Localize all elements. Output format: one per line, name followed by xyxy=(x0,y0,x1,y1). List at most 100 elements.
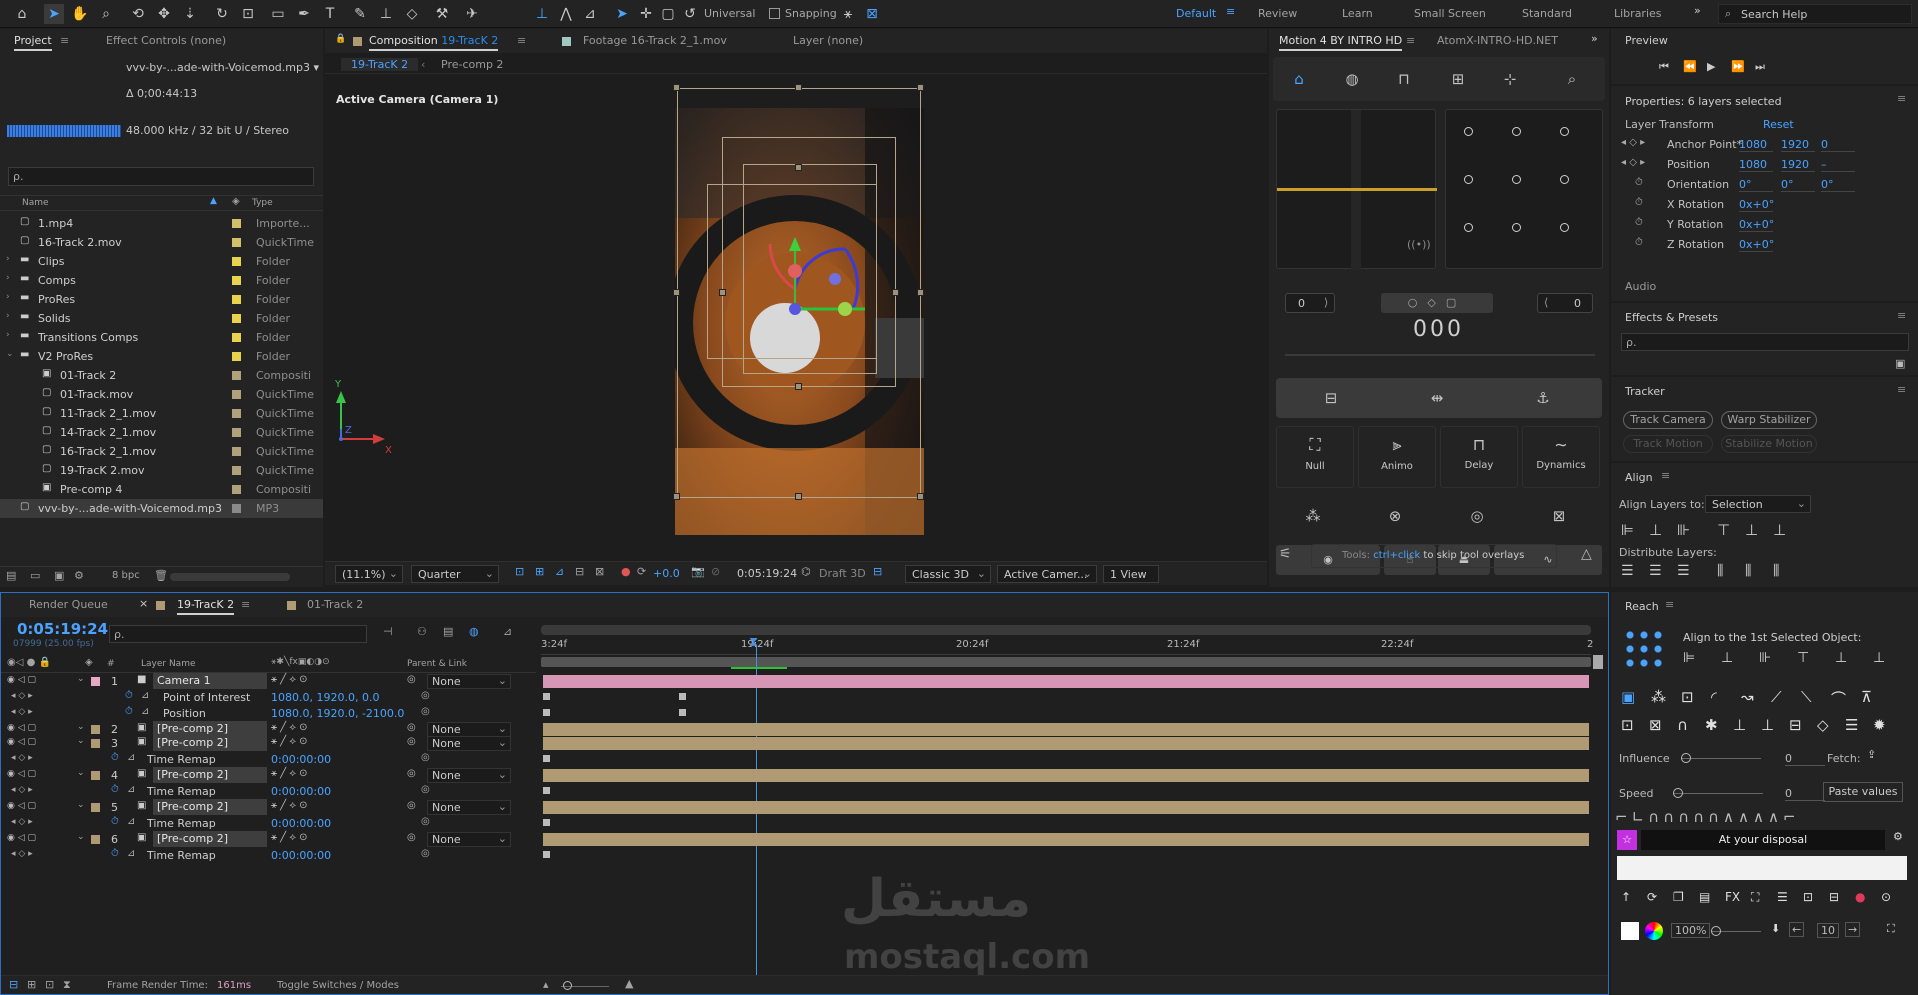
anchor-point-dot[interactable] xyxy=(1560,127,1569,136)
layer-switch-icons[interactable]: ◉ ◁ ▢ xyxy=(7,675,36,685)
align-hcenter-icon[interactable]: ⊥ xyxy=(1649,521,1662,539)
keyframe-marker[interactable] xyxy=(543,693,550,700)
timeline-timecode[interactable]: 0:05:19:24 xyxy=(17,620,108,638)
pickwhip-icon[interactable]: ◎ xyxy=(407,736,416,747)
parent-dropdown[interactable]: None ⌄ xyxy=(427,768,511,783)
project-item[interactable]: ▢ 16-Track 2.mov QuickTime xyxy=(0,233,323,252)
tab-effect-controls[interactable]: Effect Controls (none) xyxy=(106,29,226,53)
chevron-right-icon[interactable]: › xyxy=(6,292,10,302)
layer-duration-bar[interactable] xyxy=(543,769,1589,782)
shy-icon[interactable]: ⚇ xyxy=(417,625,427,638)
reach-tool-icon[interactable]: ⁂ xyxy=(1651,688,1666,706)
timeline-property-row[interactable]: ◂ ◇ ▸ ⏱ ⊿ Point of Interest 1080.0, 1920… xyxy=(1,689,536,706)
track-motion-button[interactable]: Track Motion xyxy=(1623,435,1713,453)
property-keyframe-track[interactable] xyxy=(543,707,1589,720)
eraser-tool-icon[interactable]: ◇ xyxy=(402,4,422,24)
project-item[interactable]: › ▬ Clips Folder xyxy=(0,252,323,271)
first-frame-icon[interactable]: ⏮ xyxy=(1659,60,1669,74)
reach-tool-icon[interactable]: ⌒ xyxy=(1831,688,1846,709)
zoom-in-icon[interactable]: ▲ xyxy=(625,977,633,990)
reach-zoom-knob[interactable] xyxy=(1711,926,1721,936)
universal-select-icon[interactable]: ➤ xyxy=(612,4,632,24)
property-value[interactable]: 1080.0, 1920.0, -2100.0 xyxy=(271,707,404,720)
disposal-bar[interactable]: At your disposal xyxy=(1641,830,1885,850)
timeline-layer-row[interactable]: ◉ ◁ ▢ ⌄ 3 ▣ [Pre-comp 2] ⚹ ╱ ⟡ ⊙ ◎ None ⌄ xyxy=(1,735,536,752)
chevron-right-icon[interactable]: › xyxy=(6,273,10,283)
reach-tool-icon[interactable]: ⟍ xyxy=(1801,688,1812,706)
workspace-small-screen[interactable]: Small Screen xyxy=(1414,7,1486,20)
stopwatch-icon[interactable]: ⏱ xyxy=(125,706,133,717)
expand-collapse-icon[interactable]: ⊟ xyxy=(9,978,18,991)
property-value-2[interactable]: 1920 xyxy=(1781,158,1815,172)
distribute-icon[interactable]: ⫼ xyxy=(1773,563,1779,579)
motion-tool-button[interactable]: ⫸ Animo xyxy=(1358,426,1436,488)
tab-footage[interactable]: Footage 16-Track 2_1.mov xyxy=(583,29,727,53)
reach-tool-icon[interactable]: ◜ xyxy=(1711,688,1717,706)
roto-brush-icon[interactable]: ⚒ xyxy=(432,4,452,24)
project-item[interactable]: › ▬ Transitions Comps Folder xyxy=(0,328,323,347)
project-item[interactable]: › ▬ Comps Folder xyxy=(0,271,323,290)
zoom-slider-knob[interactable] xyxy=(563,981,572,990)
chevron-down-icon[interactable]: ⌄ xyxy=(77,800,85,810)
search-help-box[interactable]: ⌕ Search Help xyxy=(1718,4,1912,24)
decrement-icon[interactable]: ← xyxy=(1789,922,1805,937)
distribute-icon[interactable]: ⫼ xyxy=(1745,563,1751,579)
expression-icon[interactable]: ◎ xyxy=(421,690,430,701)
speed-value[interactable]: 0 xyxy=(1785,787,1825,801)
project-settings-icon[interactable]: ⚙ xyxy=(74,569,84,582)
last-frame-icon[interactable]: ⏭ xyxy=(1755,60,1765,74)
project-menu-icon[interactable]: ≡ xyxy=(60,34,69,47)
triangle-icon[interactable]: △ xyxy=(1581,546,1592,562)
chevron-right-icon[interactable]: › xyxy=(6,311,10,321)
zoom-out-icon[interactable]: ▴ xyxy=(543,978,549,991)
reach-tool-icon[interactable]: ⊡ xyxy=(1621,716,1634,734)
show-snapshot-icon[interactable]: ⊘ xyxy=(711,565,720,578)
property-value[interactable]: 0:00:00:00 xyxy=(271,849,331,862)
new-folder-icon[interactable]: ▭ xyxy=(30,569,40,582)
current-time-readout[interactable]: 0:05:19:24 xyxy=(737,567,797,580)
parent-dropdown[interactable]: None ⌄ xyxy=(427,736,511,751)
fullscreen-icon[interactable]: ⛶ xyxy=(1887,922,1895,936)
zoom-dropdown[interactable]: (11.1%) ⌄ xyxy=(335,565,403,583)
graph-editor-icon[interactable]: ⊿ xyxy=(503,625,512,638)
grid-icon[interactable]: ⊞ xyxy=(1445,66,1471,92)
layer-switches-icon[interactable]: ⊞ xyxy=(27,978,36,991)
project-search-input[interactable]: ρ. xyxy=(8,167,314,186)
next-frame-icon[interactable]: ⏩ xyxy=(1731,60,1745,73)
paste-values-button[interactable]: Paste values xyxy=(1823,782,1903,802)
color-channels-icon[interactable]: ● xyxy=(621,565,631,578)
timeline-search-input[interactable]: ρ. xyxy=(109,625,367,643)
transform-handle[interactable] xyxy=(795,84,802,91)
property-value-3[interactable]: – xyxy=(1821,158,1855,172)
reach-action-icon[interactable]: ❐ xyxy=(1673,890,1684,904)
anchor-point-dot[interactable] xyxy=(1464,175,1473,184)
influence-slider[interactable] xyxy=(1681,758,1761,759)
pan-behind-tool-icon[interactable]: ⊡ xyxy=(238,4,258,24)
chevron-right-icon[interactable]: › xyxy=(6,254,10,264)
project-item[interactable]: ▣ Pre-comp 4 Compositi xyxy=(0,480,323,499)
property-keyframe-track[interactable] xyxy=(543,817,1589,830)
increment-icon[interactable]: → xyxy=(1845,922,1861,937)
draft-3d-icon[interactable]: ⌬ xyxy=(801,565,811,578)
reach-tool-icon[interactable]: ⊼ xyxy=(1861,688,1872,706)
more-workspaces-icon[interactable]: » xyxy=(1694,4,1701,17)
pan-tool-icon[interactable]: ✥ xyxy=(154,4,174,24)
reach-tool-icon[interactable]: ⊟ xyxy=(1789,716,1802,734)
reach-action-icon[interactable]: ⊟ xyxy=(1829,890,1839,904)
property-value-2[interactable]: 0° xyxy=(1781,178,1815,192)
distribute-icon[interactable]: ☰ xyxy=(1677,563,1690,579)
expression-icon[interactable]: ◎ xyxy=(421,752,430,763)
grid-guide-icon[interactable]: ⊟ xyxy=(575,565,584,578)
prev-frame-icon[interactable]: ⏪ xyxy=(1683,60,1697,73)
parent-dropdown[interactable]: None ⌄ xyxy=(427,832,511,847)
property-keyframe-track[interactable] xyxy=(543,849,1589,862)
comp-menu-icon[interactable]: ≡ xyxy=(517,34,526,47)
transform-handle[interactable] xyxy=(795,164,802,171)
reach-text-field[interactable] xyxy=(1617,856,1907,880)
workspace-libraries[interactable]: Libraries xyxy=(1614,7,1662,20)
graph-icon[interactable]: ⊿ xyxy=(127,816,135,827)
anchor-point-dot[interactable] xyxy=(1512,223,1521,232)
project-item[interactable]: ▢ vvv-by-...ade-with-Voicemod.mp3 MP3 xyxy=(0,499,323,518)
timeline-layer-row[interactable]: ◉ ◁ ▢ ⌄ 5 ▣ [Pre-comp 2] ⚹ ╱ ⟡ ⊙ ◎ None ⌄ xyxy=(1,799,536,816)
reach-action-icon[interactable]: ● xyxy=(1855,890,1865,904)
